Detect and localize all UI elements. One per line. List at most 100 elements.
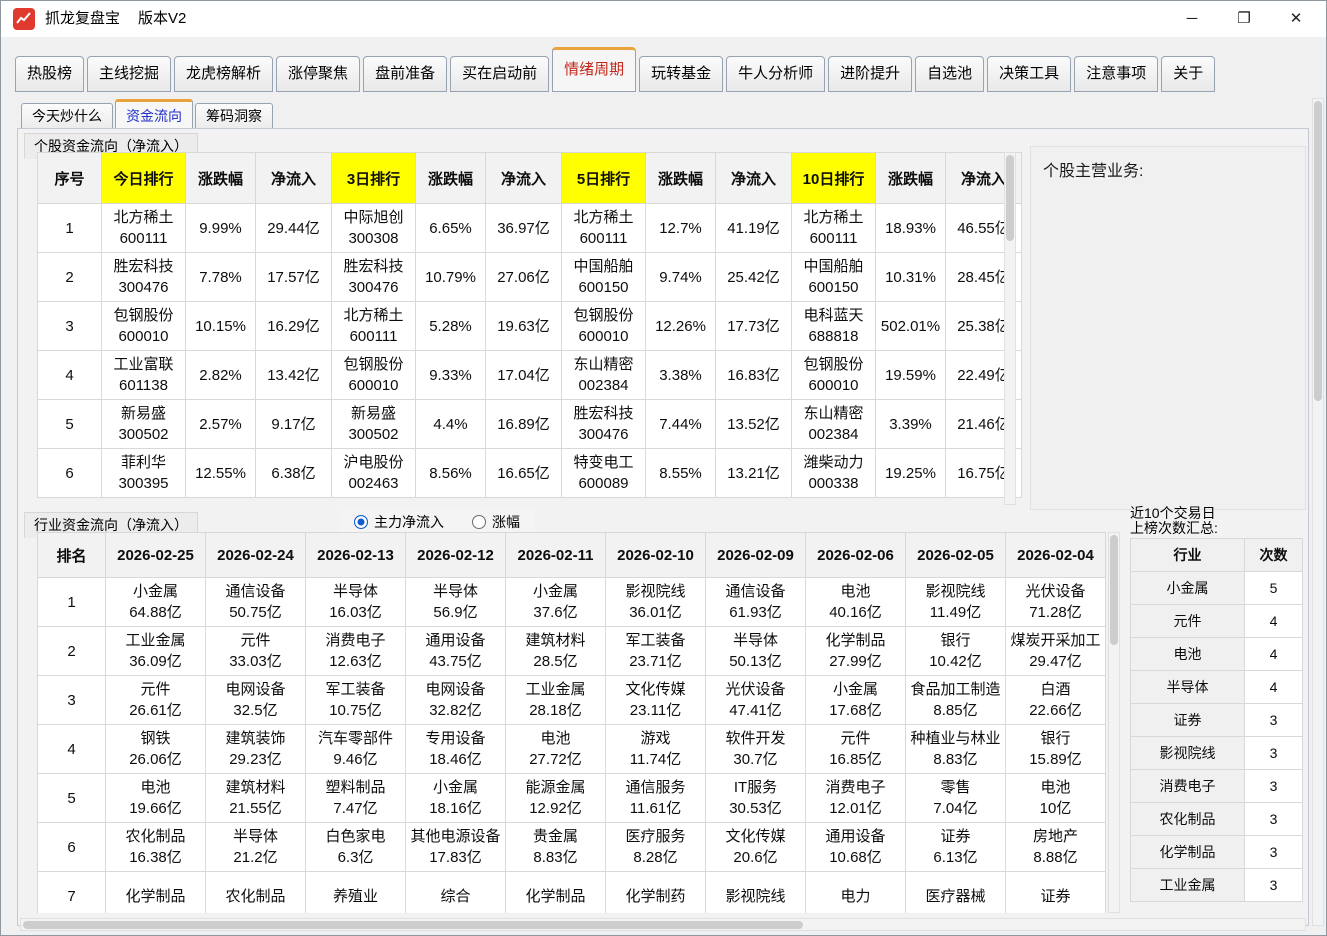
stock-pct-cell[interactable]: 9.33%	[416, 351, 486, 400]
summary-count-cell[interactable]: 5	[1245, 572, 1303, 605]
stock-name-cell[interactable]: 北方稀土600111	[332, 302, 416, 351]
industry-cell[interactable]: 化学制品27.99亿	[806, 627, 906, 676]
industry-table-vscrollbar-thumb[interactable]	[1110, 535, 1118, 645]
industry-cell[interactable]: 通信设备61.93亿	[706, 578, 806, 627]
industry-cell[interactable]: 小金属17.68亿	[806, 676, 906, 725]
summary-industry-cell[interactable]: 元件	[1131, 605, 1245, 638]
industry-rank-cell[interactable]: 6	[38, 823, 106, 872]
tab-主线挖掘[interactable]: 主线挖掘	[87, 56, 171, 92]
radio-main-net-inflow[interactable]: 主力净流入	[354, 512, 444, 532]
stock-pct-cell[interactable]: 6.65%	[416, 204, 486, 253]
industry-rank-cell[interactable]: 2	[38, 627, 106, 676]
industry-cell[interactable]: 专用设备18.46亿	[406, 725, 506, 774]
summary-count-cell[interactable]: 4	[1245, 605, 1303, 638]
industry-cell[interactable]: 半导体21.2亿	[206, 823, 306, 872]
industry-cell[interactable]: 军工装备23.71亿	[606, 627, 706, 676]
summary-count-cell[interactable]: 3	[1245, 770, 1303, 803]
stock-pct-cell[interactable]: 12.55%	[186, 449, 256, 498]
window-vscrollbar-thumb[interactable]	[1314, 101, 1322, 401]
stock-pct-cell[interactable]: 12.7%	[646, 204, 716, 253]
industry-cell[interactable]: 电池10亿	[1006, 774, 1106, 823]
tab-决策工具[interactable]: 决策工具	[987, 56, 1071, 92]
industry-cell[interactable]: 小金属37.6亿	[506, 578, 606, 627]
stock-pct-cell[interactable]: 9.99%	[186, 204, 256, 253]
industry-cell[interactable]: 房地产8.88亿	[1006, 823, 1106, 872]
stock-name-cell[interactable]: 包钢股份600010	[332, 351, 416, 400]
stock-seq-cell[interactable]: 1	[38, 204, 102, 253]
summary-industry-cell[interactable]: 化学制品	[1131, 836, 1245, 869]
stock-flow-cell[interactable]: 25.42亿	[716, 253, 792, 302]
industry-cell[interactable]: 半导体50.13亿	[706, 627, 806, 676]
stock-pct-cell[interactable]: 8.55%	[646, 449, 716, 498]
minimize-button[interactable]: ─	[1166, 1, 1218, 37]
industry-cell[interactable]: 军工装备10.75亿	[306, 676, 406, 725]
industry-rank-cell[interactable]: 5	[38, 774, 106, 823]
summary-count-cell[interactable]: 4	[1245, 671, 1303, 704]
industry-cell[interactable]: 零售7.04亿	[906, 774, 1006, 823]
stock-seq-cell[interactable]: 3	[38, 302, 102, 351]
industry-cell[interactable]: 影视院线36.01亿	[606, 578, 706, 627]
industry-cell[interactable]: 软件开发30.7亿	[706, 725, 806, 774]
summary-industry-cell[interactable]: 工业金属	[1131, 869, 1245, 902]
stock-pct-cell[interactable]: 3.39%	[876, 400, 946, 449]
industry-cell[interactable]: 化学制品	[506, 872, 606, 914]
summary-industry-cell[interactable]: 半导体	[1131, 671, 1245, 704]
stock-flow-cell[interactable]: 41.19亿	[716, 204, 792, 253]
stock-pct-cell[interactable]: 7.78%	[186, 253, 256, 302]
stock-pct-cell[interactable]: 12.26%	[646, 302, 716, 351]
industry-cell[interactable]: 工业金属28.18亿	[506, 676, 606, 725]
stock-flow-cell[interactable]: 16.89亿	[486, 400, 562, 449]
stock-flow-cell[interactable]: 6.38亿	[256, 449, 332, 498]
stock-seq-cell[interactable]: 2	[38, 253, 102, 302]
industry-cell[interactable]: 贵金属8.83亿	[506, 823, 606, 872]
maximize-button[interactable]: ❐	[1218, 1, 1270, 37]
content-hscrollbar[interactable]	[20, 918, 1306, 931]
tab-牛人分析师[interactable]: 牛人分析师	[726, 56, 825, 92]
industry-cell[interactable]: 养殖业	[306, 872, 406, 914]
industry-cell[interactable]: 文化传媒20.6亿	[706, 823, 806, 872]
industry-cell[interactable]: 汽车零部件9.46亿	[306, 725, 406, 774]
stock-name-cell[interactable]: 胜宏科技300476	[562, 400, 646, 449]
tab-涨停聚焦[interactable]: 涨停聚焦	[276, 56, 360, 92]
industry-cell[interactable]: 电网设备32.5亿	[206, 676, 306, 725]
stock-pct-cell[interactable]: 8.56%	[416, 449, 486, 498]
window-vscrollbar[interactable]	[1312, 98, 1324, 926]
industry-cell[interactable]: 电池19.66亿	[106, 774, 206, 823]
subtab-资金流向[interactable]: 资金流向	[115, 99, 193, 129]
stock-flow-cell[interactable]: 17.57亿	[256, 253, 332, 302]
industry-cell[interactable]: 其他电源设备17.83亿	[406, 823, 506, 872]
industry-cell[interactable]: 农化制品16.38亿	[106, 823, 206, 872]
industry-cell[interactable]: 影视院线	[706, 872, 806, 914]
summary-industry-cell[interactable]: 小金属	[1131, 572, 1245, 605]
industry-cell[interactable]: 通信设备50.75亿	[206, 578, 306, 627]
content-hscrollbar-thumb[interactable]	[23, 921, 803, 929]
industry-cell[interactable]: 元件16.85亿	[806, 725, 906, 774]
industry-cell[interactable]: 消费电子12.63亿	[306, 627, 406, 676]
stock-table-vscrollbar-thumb[interactable]	[1006, 155, 1014, 241]
stock-name-cell[interactable]: 中国船舶600150	[792, 253, 876, 302]
tab-注意事项[interactable]: 注意事项	[1074, 56, 1158, 92]
industry-cell[interactable]: 银行15.89亿	[1006, 725, 1106, 774]
stock-pct-cell[interactable]: 19.25%	[876, 449, 946, 498]
industry-cell[interactable]: 文化传媒23.11亿	[606, 676, 706, 725]
stock-pct-cell[interactable]: 10.79%	[416, 253, 486, 302]
stock-name-cell[interactable]: 特变电工600089	[562, 449, 646, 498]
industry-cell[interactable]: 元件26.61亿	[106, 676, 206, 725]
industry-cell[interactable]: 证券6.13亿	[906, 823, 1006, 872]
industry-cell[interactable]: IT服务30.53亿	[706, 774, 806, 823]
stock-flow-cell[interactable]: 16.65亿	[486, 449, 562, 498]
summary-industry-cell[interactable]: 消费电子	[1131, 770, 1245, 803]
stock-flow-cell[interactable]: 13.42亿	[256, 351, 332, 400]
summary-count-cell[interactable]: 3	[1245, 836, 1303, 869]
stock-pct-cell[interactable]: 18.93%	[876, 204, 946, 253]
industry-cell[interactable]: 化学制品	[106, 872, 206, 914]
stock-pct-cell[interactable]: 19.59%	[876, 351, 946, 400]
stock-flow-cell[interactable]: 19.63亿	[486, 302, 562, 351]
radio-pct-change[interactable]: 涨幅	[472, 512, 520, 532]
stock-pct-cell[interactable]: 2.82%	[186, 351, 256, 400]
industry-cell[interactable]: 小金属64.88亿	[106, 578, 206, 627]
stock-name-cell[interactable]: 电科蓝天688818	[792, 302, 876, 351]
industry-cell[interactable]: 半导体56.9亿	[406, 578, 506, 627]
tab-关于[interactable]: 关于	[1161, 56, 1215, 92]
stock-name-cell[interactable]: 胜宏科技300476	[332, 253, 416, 302]
